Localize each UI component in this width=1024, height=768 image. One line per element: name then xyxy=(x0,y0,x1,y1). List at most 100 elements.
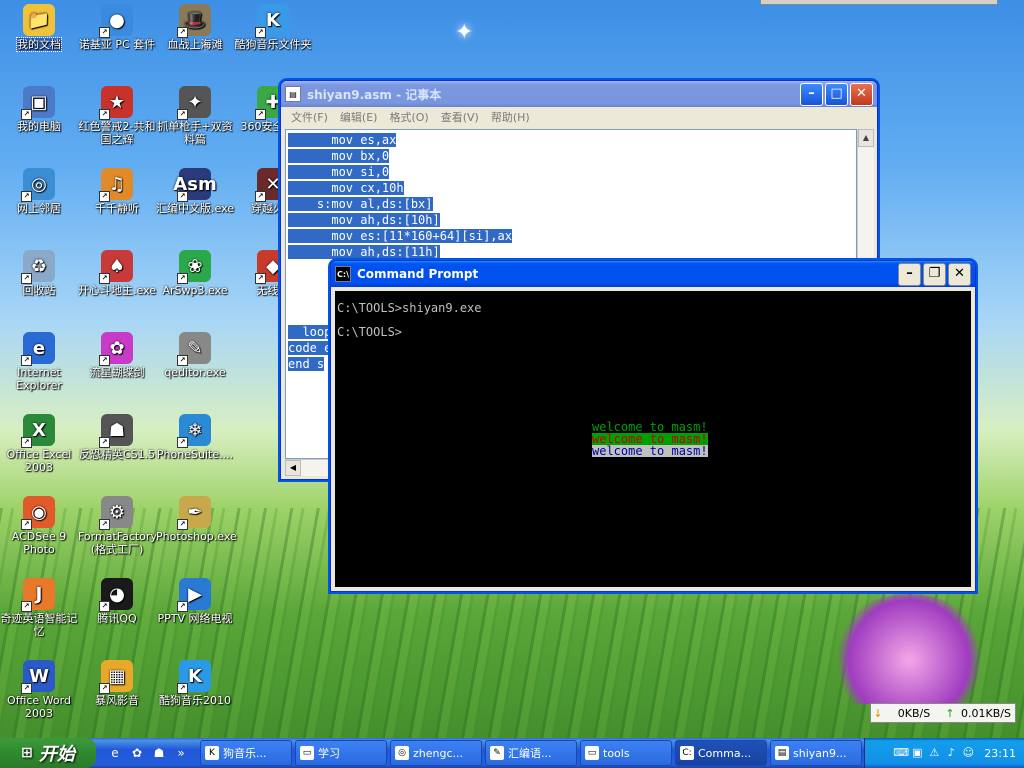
taskbar-button[interactable]: C: Comma... xyxy=(675,740,767,766)
smiley-icon[interactable]: ☺ xyxy=(961,746,975,760)
desktop-icon[interactable]: 📁 我的文档 xyxy=(0,4,78,52)
keyboard-icon[interactable]: ⌨ xyxy=(893,746,909,760)
cs-quicklaunch-icon[interactable]: ☗ xyxy=(150,744,168,762)
desktop-icon[interactable]: ✒ ↗ Photoshop.exe xyxy=(156,496,237,543)
restore-button[interactable]: ❐ xyxy=(923,262,946,286)
close-button[interactable]: ✕ xyxy=(850,82,873,106)
desktop-icon[interactable]: ✎ ↗ qeditor.exe xyxy=(156,332,234,379)
desktop-icon[interactable]: ❀ ↗ ArSwp3.exe xyxy=(156,250,234,297)
desktop-icon[interactable]: ❄ ↗ PhoneSuite.... xyxy=(156,414,234,461)
desktop-icon[interactable]: ♠ ↗ 开心斗地主.exe xyxy=(78,250,156,297)
shortcut-arrow-icon: ↗ xyxy=(255,191,266,202)
desktop-icon[interactable]: ◎ ↗ 网上邻居 xyxy=(0,168,78,215)
app-icon: 📁 xyxy=(23,4,55,36)
desktop-icon[interactable]: ☗ ↗ 反恐精英CS1.5 xyxy=(78,414,156,461)
shortcut-arrow-icon: ↗ xyxy=(21,273,32,284)
minimize-button[interactable]: – xyxy=(800,82,823,106)
desktop-icon[interactable]: ▶ ↗ PPTV 网络电视 xyxy=(156,578,234,625)
desktop-icon-label: 酷狗音乐2010 xyxy=(159,694,231,707)
desktop-icon-label: 暴风影音 xyxy=(95,694,139,707)
ie-quicklaunch-icon[interactable]: e xyxy=(106,744,124,762)
taskbar-button[interactable]: ▤ shiyan9... xyxy=(770,740,862,766)
desktop-icon[interactable]: X ↗ Office Excel 2003 xyxy=(0,414,78,474)
app-icon: ♫ ↗ xyxy=(99,168,133,202)
app-icon: X ↗ xyxy=(21,414,55,448)
app-icon: ▶ ↗ xyxy=(177,578,211,612)
menu-edit[interactable]: 编辑(E) xyxy=(340,109,378,125)
volume-icon[interactable]: ♪ xyxy=(944,746,958,760)
taskbar-button-label: tools xyxy=(603,746,630,760)
desktop-icon[interactable]: e ↗ Internet Explorer xyxy=(0,332,78,392)
cmd-window[interactable]: C:\ Command Prompt – ❐ ✕ C:\TOOLS>shiyan… xyxy=(330,260,976,592)
app-icon: ♠ ↗ xyxy=(99,250,133,284)
notepad-titlebar[interactable]: ▤ shiyan9.asm - 记事本 – □ ✕ xyxy=(281,81,877,107)
console-line: C:\TOOLS>shiyan9.exe xyxy=(337,301,482,315)
app-icon: ❄ ↗ xyxy=(177,414,211,448)
task-app-icon: ▭ xyxy=(300,746,314,760)
start-button[interactable]: ⊞ 开始 xyxy=(0,738,96,768)
shortcut-arrow-icon: ↗ xyxy=(177,601,188,612)
desktop-icon-label: 千千静听 xyxy=(95,202,139,215)
clock[interactable]: 23:11 xyxy=(984,747,1016,760)
app-icon: ◕ ↗ xyxy=(99,578,133,612)
taskbar-button[interactable]: ◎ zhengc... xyxy=(390,740,482,766)
desktop-icon[interactable]: 🎩 ↗ 血战上海滩 xyxy=(156,4,234,51)
menu-format[interactable]: 格式(O) xyxy=(389,109,428,125)
shortcut-arrow-icon: ↗ xyxy=(99,27,110,38)
desktop-icon[interactable]: ✦ ↗ 抓单枪手+双资料篇 xyxy=(156,86,234,146)
menu-view[interactable]: 查看(V) xyxy=(441,109,479,125)
minimize-button[interactable]: – xyxy=(898,262,921,286)
butterfly-quicklaunch-icon[interactable]: ✿ xyxy=(128,744,146,762)
desktop-icon[interactable]: ⚙ ↗ FormatFactory (格式工厂) xyxy=(78,496,157,556)
code-line: mov es:[11*160+64][si],ax xyxy=(288,229,512,243)
desktop-icon-label: 回收站 xyxy=(22,284,56,297)
desktop-icon[interactable]: Asm ↗ 汇编中文版.exe xyxy=(156,168,234,215)
scroll-left-icon[interactable]: ◀ xyxy=(285,460,301,476)
shortcut-arrow-icon: ↗ xyxy=(99,109,110,120)
desktop-icon-label: 奇迹英语智能记忆 xyxy=(0,612,78,638)
desktop-icon[interactable]: ▦ ↗ 暴风影音 xyxy=(78,660,156,707)
desktop-icon[interactable]: ◉ ↗ ACDSee 9 Photo xyxy=(0,496,78,556)
console-output[interactable]: C:\TOOLS>shiyan9.exe C:\TOOLS> welcome t… xyxy=(335,291,971,587)
desktop-icon[interactable]: ♫ ↗ 千千静听 xyxy=(78,168,156,215)
desktop-icon-label: PPTV 网络电视 xyxy=(157,612,233,625)
more-chevron-icon[interactable]: » xyxy=(172,744,190,762)
desktop-icon-label: 开心斗地主.exe xyxy=(78,284,157,297)
menu-file[interactable]: 文件(F) xyxy=(291,109,328,125)
menu-help[interactable]: 帮助(H) xyxy=(491,109,530,125)
desktop-icon[interactable]: ● ↗ 诺基亚 PC 套件 xyxy=(78,4,156,51)
taskbar-button[interactable]: ✎ 汇编语... xyxy=(485,740,577,766)
alert-icon[interactable]: ⚠ xyxy=(927,746,941,760)
app-icon: ⚙ ↗ xyxy=(99,496,133,530)
shortcut-arrow-icon: ↗ xyxy=(177,519,188,530)
taskbar-button[interactable]: K 狗音乐... xyxy=(200,740,292,766)
desktop-icon[interactable]: ✿ ↗ 流星蝴蝶剑 xyxy=(78,332,156,379)
taskbar-button[interactable]: ▭ tools xyxy=(580,740,672,766)
desktop-icon[interactable]: J ↗ 奇迹英语智能记忆 xyxy=(0,578,78,638)
console-line: C:\TOOLS> xyxy=(337,325,403,339)
desktop-icon[interactable]: ★ ↗ 红色警戒2-共和国之辉 xyxy=(78,86,156,146)
network-icon[interactable]: ▣ xyxy=(910,746,924,760)
task-app-icon: K xyxy=(205,746,219,760)
desktop-icon[interactable]: K ↗ 酷狗音乐文件夹 xyxy=(234,4,312,51)
quick-launch: e ✿ ☗ » xyxy=(104,744,192,762)
close-button[interactable]: ✕ xyxy=(948,262,971,286)
qq-show-widget[interactable] xyxy=(834,594,984,704)
desktop-icon[interactable]: W ↗ Office Word 2003 xyxy=(0,660,78,720)
app-icon: ★ ↗ xyxy=(99,86,133,120)
desktop-icon[interactable]: ◕ ↗ 腾讯QQ xyxy=(78,578,156,625)
desktop-icon-label: Office Excel 2003 xyxy=(6,448,72,474)
shortcut-arrow-icon: ↗ xyxy=(177,683,188,694)
network-speed-widget[interactable]: ↓ 0KB/S ↑ 0.01KB/S xyxy=(870,703,1016,723)
maximize-button[interactable]: □ xyxy=(825,82,848,106)
desktop-icon[interactable]: ▣ ↗ 我的电脑 xyxy=(0,86,78,133)
start-label: 开始 xyxy=(38,744,75,765)
desktop-icon[interactable]: ♻ ↗ 回收站 xyxy=(0,250,78,297)
desktop-icon-label: PhoneSuite.... xyxy=(156,448,234,461)
scroll-up-icon[interactable]: ▲ xyxy=(858,129,874,147)
desktop-icon[interactable]: K ↗ 酷狗音乐2010 xyxy=(156,660,234,707)
cmd-titlebar[interactable]: C:\ Command Prompt – ❐ ✕ xyxy=(331,261,975,287)
desktop-icon-label: FormatFactory (格式工厂) xyxy=(78,530,157,556)
code-line: mov bx,0 xyxy=(288,149,390,163)
taskbar-button[interactable]: ▭ 学习 xyxy=(295,740,387,766)
